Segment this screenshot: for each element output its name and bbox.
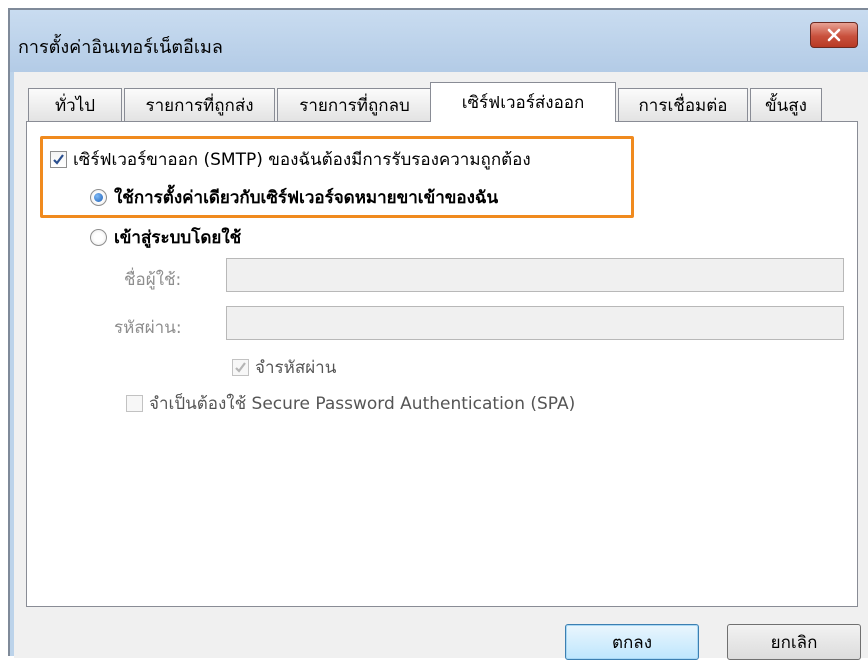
dialog-window: การตั้งค่าอินเทอร์เน็ตอีเมล ทั่วไป รายกา…	[8, 8, 868, 660]
tab-sent-items[interactable]: รายการที่ถูกส่ง	[124, 88, 275, 121]
cancel-button[interactable]: ยกเลิก	[727, 624, 861, 660]
remember-password-row[interactable]: จำรหัสผ่าน	[232, 354, 336, 381]
log-on-using-radio[interactable]	[90, 229, 107, 246]
checkmark-icon	[53, 154, 64, 165]
spa-label: จำเป็นต้องใช้ Secure Password Authentica…	[149, 394, 576, 414]
close-icon	[827, 28, 841, 42]
use-same-settings-row[interactable]: ใช้การตั้งค่าเดียวกับเซิร์ฟเวอร์จดหมายขา…	[90, 184, 498, 211]
log-on-using-label: เข้าสู่ระบบโดยใช้	[114, 228, 242, 248]
checkmark-icon	[235, 362, 246, 373]
password-field[interactable]	[226, 306, 844, 340]
username-label: ชื่อผู้ใช้:	[124, 270, 182, 290]
requires-auth-checkbox[interactable]	[50, 151, 67, 168]
use-same-settings-label: ใช้การตั้งค่าเดียวกับเซิร์ฟเวอร์จดหมายขา…	[114, 188, 499, 208]
title-bar[interactable]: การตั้งค่าอินเทอร์เน็ตอีเมล	[10, 10, 868, 72]
requires-auth-row[interactable]: เซิร์ฟเวอร์ขาออก (SMTP) ของฉันต้องมีการร…	[50, 146, 531, 173]
tab-deleted-items[interactable]: รายการที่ถูกลบ	[277, 88, 432, 121]
tab-general[interactable]: ทั่วไป	[28, 88, 122, 121]
requires-auth-label: เซิร์ฟเวอร์ขาออก (SMTP) ของฉันต้องมีการร…	[73, 150, 531, 170]
tab-advanced[interactable]: ขั้นสูง	[750, 88, 822, 121]
username-field[interactable]	[226, 258, 844, 292]
use-same-settings-radio[interactable]	[90, 189, 107, 206]
window-title: การตั้งค่าอินเทอร์เน็ตอีเมล	[18, 37, 223, 58]
remember-password-label: จำรหัสผ่าน	[255, 358, 337, 378]
ok-button[interactable]: ตกลง	[565, 624, 699, 660]
radio-selected-dot	[94, 193, 103, 202]
log-on-using-row[interactable]: เข้าสู่ระบบโดยใช้	[90, 224, 241, 251]
close-button[interactable]	[810, 22, 858, 48]
password-label: รหัสผ่าน:	[114, 318, 182, 338]
tab-connection[interactable]: การเชื่อมต่อ	[618, 88, 748, 121]
dialog-client-area: ทั่วไป รายการที่ถูกส่ง รายการที่ถูกลบ เซ…	[14, 72, 868, 660]
remember-password-checkbox[interactable]	[232, 359, 249, 376]
spa-checkbox[interactable]	[126, 395, 143, 412]
tab-outgoing-server[interactable]: เซิร์ฟเวอร์ส่งออก	[430, 82, 616, 122]
spa-row[interactable]: จำเป็นต้องใช้ Secure Password Authentica…	[126, 390, 575, 417]
